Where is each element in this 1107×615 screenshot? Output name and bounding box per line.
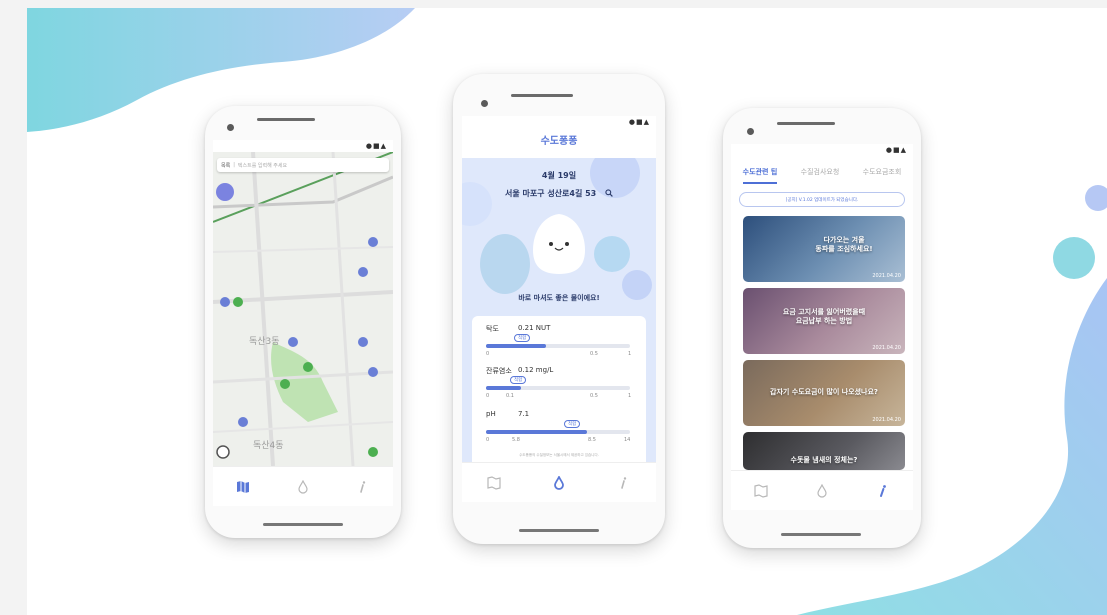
- home-indicator: [263, 523, 343, 526]
- search-input[interactable]: 텍스트를 입력해 주세요: [238, 162, 287, 169]
- status-bar: ●■▲: [885, 146, 907, 154]
- tick-label: 0: [486, 351, 490, 357]
- metric-bar-fill: [486, 344, 547, 348]
- home-indicator: [519, 529, 599, 532]
- tab-water-tips[interactable]: 수도관련 팁: [742, 164, 778, 184]
- decorative-circle-teal: [1053, 237, 1095, 279]
- post-title: 갑자기 수도요금이 많이 나오셨나요?: [770, 388, 878, 396]
- map-drawing: [213, 152, 393, 466]
- phone-water-quality: ●■▲ 수도퐁퐁 4월 19일 서울 마포구 성산로4길 53 바로 마셔도 좋…: [453, 74, 665, 544]
- post-date: 2021.04.20: [872, 273, 901, 279]
- search-prefix-label: 목록: [221, 162, 231, 169]
- decorative-bubble: [594, 236, 630, 272]
- bottom-nav: [462, 462, 656, 502]
- post-date: 2021.04.20: [872, 417, 901, 423]
- front-camera: [747, 128, 754, 135]
- post-card[interactable]: 갑자기 수도요금이 많이 나오셨나요? 2021.04.20: [743, 360, 905, 426]
- status-bar: ●■▲: [628, 118, 650, 126]
- status-message: 바로 마셔도 좋은 물이에요!: [518, 294, 600, 302]
- speaker-grille: [777, 122, 835, 125]
- tick-label: 1: [628, 351, 632, 357]
- app-title: 수도퐁퐁: [540, 136, 578, 147]
- tick-label: 0.5: [590, 351, 598, 357]
- metric-name: pH: [486, 410, 496, 418]
- tick-label: 0.5: [590, 393, 598, 399]
- post-date: 2021.04.20: [872, 345, 901, 351]
- post-card[interactable]: 다가오는 겨울 동파를 조심하세요! 2021.04.20: [743, 216, 905, 282]
- post-title: 다가오는 겨울 동파를 조심하세요!: [815, 236, 873, 253]
- tick-label: 5.8: [512, 437, 520, 443]
- metric-ph: pH 7.1 적합 0 5.8 8.5 14: [486, 410, 636, 450]
- map-view[interactable]: 목록 | 텍스트를 입력해 주세요 독산3동 독산4동: [213, 152, 393, 466]
- status-bar: ●■▲: [365, 142, 387, 150]
- metrics-card: 탁도 0.21 NUT 적합 0 0.5 1 잔류염소 0.12 mg/L 적합…: [472, 316, 646, 462]
- water-drop-icon[interactable]: [288, 472, 318, 502]
- water-drop-mascot: [533, 214, 585, 279]
- post-title: 수돗물 냄새의 정체는?: [790, 456, 858, 464]
- tick-label: 14: [624, 437, 631, 443]
- map-icon[interactable]: [228, 472, 258, 502]
- metric-value: 0.12 mg/L: [518, 366, 554, 374]
- metric-bar: [486, 386, 630, 390]
- phone-info: ●■▲ 수도관련 팁 수질검사요청 수도요금조회 [공지] V.1.02 업데이…: [723, 108, 921, 548]
- post-card[interactable]: 요금 고지서를 잃어버렸을때 요금납부 하는 방법 2021.04.20: [743, 288, 905, 354]
- tab-bill-lookup[interactable]: 수도요금조회: [863, 164, 902, 184]
- data-source-footnote: 수도퐁퐁의 수질정보는 서울시에서 제공하고 있습니다.: [519, 453, 599, 457]
- decorative-bubble: [480, 234, 530, 294]
- map-search-bar[interactable]: 목록 | 텍스트를 입력해 주세요: [217, 158, 389, 172]
- district-label: 독산4동: [253, 441, 284, 451]
- district-label: 독산3동: [249, 337, 280, 347]
- metric-bar-fill: [486, 430, 587, 434]
- metric-name: 탁도: [486, 325, 499, 333]
- bottom-nav: [213, 466, 393, 506]
- decorative-circle-blue: [1085, 185, 1107, 211]
- tick-label: 0.1: [506, 393, 514, 399]
- home-indicator: [781, 533, 861, 536]
- post-card[interactable]: 수돗물 냄새의 정체는?: [743, 432, 905, 470]
- metric-bar: [486, 344, 630, 348]
- info-icon[interactable]: [348, 472, 378, 502]
- speaker-grille: [257, 118, 315, 121]
- search-icon[interactable]: [605, 189, 613, 197]
- search-separator: |: [233, 162, 235, 168]
- tick-label: 0: [486, 393, 490, 399]
- bottom-nav: [731, 470, 913, 510]
- metric-chlorine: 잔류염소 0.12 mg/L 적합 0 0.1 0.5 1: [486, 366, 636, 406]
- suitability-badge: 적합: [564, 420, 581, 428]
- tab-inspection-request[interactable]: 수질검사요청: [801, 164, 840, 184]
- front-camera: [481, 100, 488, 107]
- speaker-grille: [511, 94, 573, 97]
- address-label: 서울 마포구 성산로4길 53: [504, 189, 597, 198]
- tick-label: 0: [486, 437, 490, 443]
- info-icon[interactable]: [609, 468, 639, 498]
- map-icon[interactable]: [479, 468, 509, 498]
- current-location-icon[interactable]: [217, 446, 229, 458]
- tick-label: 8.5: [588, 437, 596, 443]
- info-screen: ●■▲ 수도관련 팁 수질검사요청 수도요금조회 [공지] V.1.02 업데이…: [731, 144, 913, 510]
- promo-canvas: ●■▲ 목록 | 텍스트를 입력해 주세요 독산3동 독산4동 ●■▲ 수도퐁퐁…: [27, 8, 1107, 615]
- water-drop-icon[interactable]: [807, 476, 837, 506]
- metric-turbidity: 탁도 0.21 NUT 적합 0 0.5 1: [486, 324, 636, 364]
- water-main-panel: 4월 19일 서울 마포구 성산로4길 53 바로 마셔도 좋은 물이에요! 탁…: [462, 158, 656, 462]
- front-camera: [227, 124, 234, 131]
- suitability-badge: 적합: [514, 334, 531, 342]
- notice-banner[interactable]: [공지] V.1.02 업데이트가 되었습니다.: [739, 192, 905, 207]
- phone-map: ●■▲ 목록 | 텍스트를 입력해 주세요 독산3동 독산4동: [205, 106, 401, 538]
- info-tabs: 수도관련 팁 수질검사요청 수도요금조회: [731, 164, 913, 184]
- post-title: 요금 고지서를 잃어버렸을때 요금납부 하는 방법: [782, 308, 866, 325]
- map-icon[interactable]: [746, 476, 776, 506]
- map-screen: ●■▲ 목록 | 텍스트를 입력해 주세요 독산3동 독산4동: [213, 140, 393, 506]
- suitability-badge: 적합: [510, 376, 527, 384]
- metric-value: 7.1: [518, 410, 530, 418]
- metric-bar-fill: [486, 386, 521, 390]
- water-drop-icon[interactable]: [544, 468, 574, 498]
- info-icon[interactable]: [868, 476, 898, 506]
- metric-value: 0.21 NUT: [518, 324, 551, 332]
- metric-name: 잔류염소: [486, 367, 512, 375]
- address-row[interactable]: 서울 마포구 성산로4길 53: [462, 188, 656, 199]
- date-label: 4월 19일: [541, 171, 577, 180]
- tick-label: 1: [628, 393, 632, 399]
- water-screen: ●■▲ 수도퐁퐁 4월 19일 서울 마포구 성산로4길 53 바로 마셔도 좋…: [462, 116, 656, 502]
- metric-bar: [486, 430, 630, 434]
